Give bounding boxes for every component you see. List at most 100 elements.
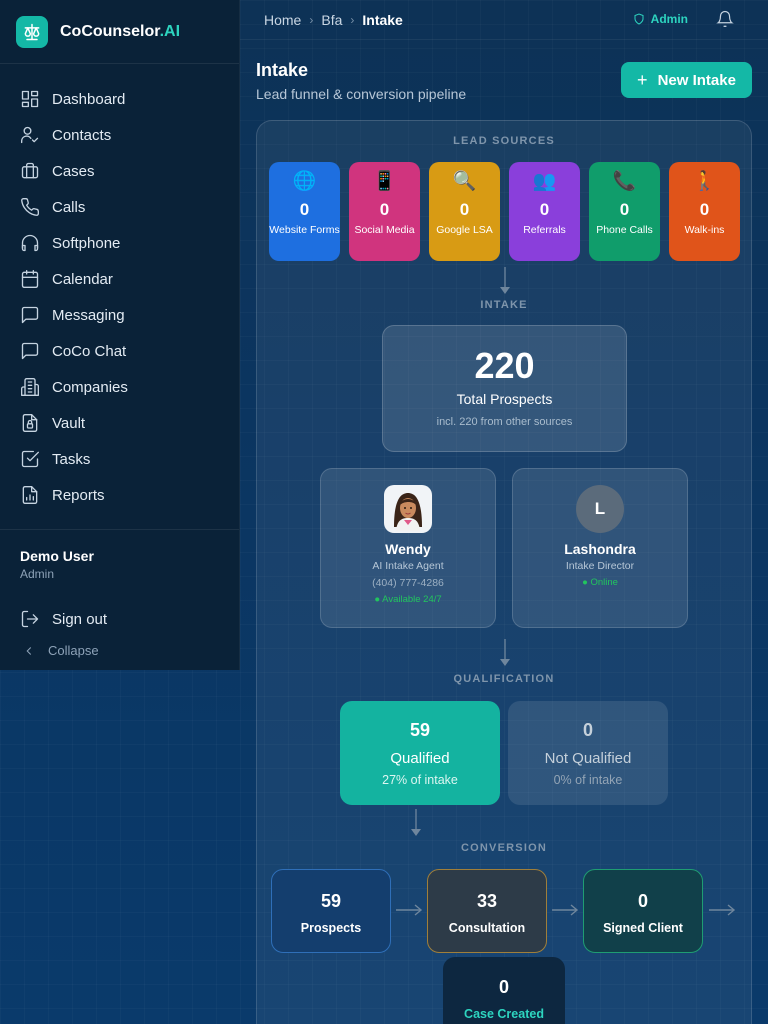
sidebar-item-dashboard[interactable]: Dashboard	[0, 81, 239, 117]
sidebar-item-label: Companies	[52, 378, 128, 396]
brand-name: CoCounselor.AI	[60, 22, 181, 40]
sign-out-button[interactable]: Sign out	[0, 601, 239, 637]
sidebar-footer: Demo User Admin Sign out Collapse	[0, 529, 239, 658]
agent-phone: (404) 777-4286	[372, 577, 444, 589]
source-count: 0	[299, 200, 310, 219]
topbar: Home › Bfa › Intake Admin	[240, 0, 768, 40]
source-social-media[interactable]: 📱 0 Social Media	[349, 162, 420, 261]
case-created-card[interactable]: 0 Case Created	[443, 957, 565, 1024]
sidebar-item-label: Calendar	[52, 270, 113, 288]
conversion-prospects[interactable]: 59 Prospects	[271, 869, 391, 953]
source-walk-ins[interactable]: 🚶 0 Walk-ins	[669, 162, 740, 261]
sidebar-item-coco-chat[interactable]: CoCo Chat	[0, 333, 239, 369]
total-prospects-note: incl. 220 from other sources	[436, 416, 573, 428]
qualified-percent: 27% of intake	[382, 773, 458, 787]
chevron-right-icon: ›	[309, 12, 314, 27]
sidebar-item-messaging[interactable]: Messaging	[0, 297, 239, 333]
breadcrumb-current: Intake	[362, 11, 403, 28]
conversion-label: Prospects	[300, 921, 362, 935]
source-count: 0	[699, 200, 710, 219]
not-qualified-card[interactable]: 0 Not Qualified 0% of intake	[508, 701, 668, 805]
chevron-right-icon: ›	[350, 12, 355, 27]
admin-badge[interactable]: Admin	[633, 12, 688, 26]
shield-icon	[634, 13, 644, 25]
source-website-forms[interactable]: 🌐 0 Website Forms	[269, 162, 340, 261]
sidebar-item-calls[interactable]: Calls	[0, 189, 239, 225]
total-prospects-card[interactable]: 220 Total Prospects incl. 220 from other…	[382, 325, 627, 452]
source-count: 0	[619, 200, 630, 219]
not-qualified-label: Not Qualified	[544, 750, 632, 767]
bell-icon	[716, 10, 734, 28]
agent-card-lashondra[interactable]: L Lashondra Intake Director ● Online	[512, 468, 688, 628]
not-qualified-value: 0	[582, 720, 593, 740]
source-label: Referrals	[523, 224, 566, 236]
new-intake-button[interactable]: + New Intake	[621, 62, 752, 98]
breadcrumb-bfa[interactable]: Bfa	[321, 12, 342, 28]
arrow-right-icon	[708, 903, 736, 917]
source-label: Phone Calls	[596, 224, 653, 236]
agent-card-wendy[interactable]: Wendy AI Intake Agent (404) 777-4286 ● A…	[320, 468, 496, 628]
notifications-button[interactable]	[716, 10, 736, 30]
source-label: Website Forms	[269, 224, 340, 236]
section-qualification: QUALIFICATION	[453, 673, 555, 685]
sidebar-item-label: Cases	[52, 162, 95, 180]
total-prospects-value: 220	[474, 345, 535, 386]
avatar	[384, 485, 432, 533]
walking-person-icon: 🚶	[692, 171, 717, 192]
breadcrumb: Home › Bfa › Intake	[264, 12, 403, 28]
sidebar-item-calendar[interactable]: Calendar	[0, 261, 239, 297]
qualified-value: 59	[409, 720, 431, 740]
conversion-consultation[interactable]: 33 Consultation	[427, 869, 547, 953]
telephone-icon: 📞	[612, 171, 637, 192]
conversion-signed-client[interactable]: 0 Signed Client	[583, 869, 703, 953]
sidebar: CoCounselor.AI Dashboard Contacts Cases …	[0, 0, 240, 670]
agent-name: Wendy	[385, 541, 431, 557]
breadcrumb-home[interactable]: Home	[264, 12, 301, 28]
sidebar-nav: Dashboard Contacts Cases Calls Softphone…	[0, 64, 239, 513]
not-qualified-percent: 0% of intake	[553, 773, 623, 787]
avatar: L	[576, 485, 624, 533]
source-google-lsa[interactable]: 🔍 0 Google LSA	[429, 162, 500, 261]
source-label: Walk-ins	[684, 224, 725, 236]
case-created-value: 0	[498, 977, 509, 997]
building-icon	[21, 378, 39, 396]
sidebar-item-contacts[interactable]: Contacts	[0, 117, 239, 153]
case-created-label: Case Created	[464, 1007, 544, 1021]
source-referrals[interactable]: 👥 0 Referrals	[509, 162, 580, 261]
source-phone-calls[interactable]: 📞 0 Phone Calls	[589, 162, 660, 261]
sidebar-item-tasks[interactable]: Tasks	[0, 441, 239, 477]
agent-role: AI Intake Agent	[372, 560, 444, 572]
conversion-label: Signed Client	[603, 921, 683, 935]
sidebar-item-vault[interactable]: Vault	[0, 405, 239, 441]
collapse-label: Collapse	[48, 643, 99, 658]
source-count: 0	[539, 200, 550, 219]
brand[interactable]: CoCounselor.AI	[0, 0, 239, 64]
collapse-button[interactable]: Collapse	[0, 643, 239, 658]
plus-icon: +	[637, 69, 648, 90]
chevron-left-icon	[26, 646, 32, 655]
sidebar-item-label: Dashboard	[52, 90, 126, 108]
people-icon: 👥	[532, 171, 557, 192]
source-label: Social Media	[354, 224, 415, 236]
conversion-value: 33	[476, 891, 498, 911]
woman-avatar-icon	[394, 493, 422, 531]
source-label: Google LSA	[436, 224, 493, 236]
sidebar-item-label: Vault	[52, 414, 86, 432]
sidebar-item-softphone[interactable]: Softphone	[0, 225, 239, 261]
arrow-right-icon	[551, 903, 579, 917]
qualified-card[interactable]: 59 Qualified 27% of intake	[340, 701, 500, 805]
sidebar-item-label: Calls	[52, 198, 86, 216]
source-count: 0	[459, 200, 470, 219]
sidebar-item-reports[interactable]: Reports	[0, 477, 239, 513]
checkbox-icon	[21, 450, 39, 468]
sidebar-item-cases[interactable]: Cases	[0, 153, 239, 189]
mobile-icon: 📱	[372, 171, 397, 192]
agent-status: ● Available 24/7	[374, 594, 442, 605]
sidebar-item-label: Tasks	[52, 450, 91, 468]
source-count: 0	[379, 200, 390, 219]
message-icon	[21, 306, 39, 324]
sidebar-item-companies[interactable]: Companies	[0, 369, 239, 405]
agent-status: ● Online	[582, 577, 618, 588]
agent-role: Intake Director	[565, 560, 635, 572]
arrow-down-icon	[499, 639, 511, 667]
